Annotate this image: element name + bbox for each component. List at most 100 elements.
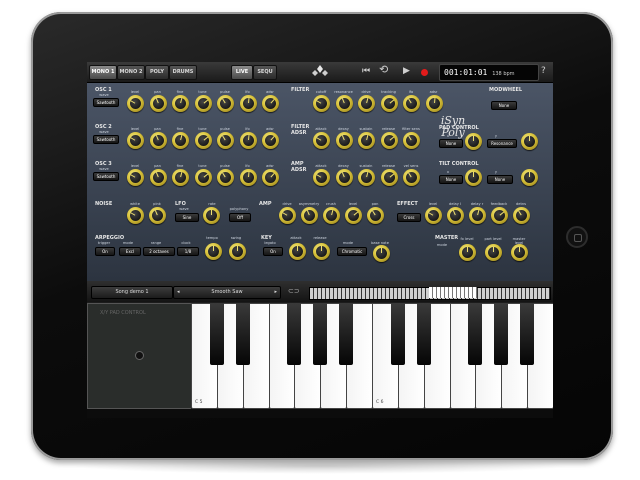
filter-adsr-knob-4[interactable]: [403, 132, 420, 149]
osc3-wave-select[interactable]: Sawtooth: [93, 172, 119, 181]
tab-poly[interactable]: POLY: [145, 65, 169, 80]
master-knob-0[interactable]: [459, 244, 476, 261]
osc1-knob-0[interactable]: [127, 95, 144, 112]
arp-trigger-select[interactable]: On: [95, 247, 115, 256]
osc1-knob-4[interactable]: [217, 95, 234, 112]
song-selector[interactable]: Song demo 1: [91, 286, 173, 299]
amp-knob-1[interactable]: [301, 207, 318, 224]
amp-adsr-knob-2[interactable]: [358, 169, 375, 186]
osc2-knob-0[interactable]: [127, 132, 144, 149]
osc1-knob-1[interactable]: [149, 95, 167, 112]
black-key[interactable]: [494, 303, 509, 365]
noise-knob-0[interactable]: [127, 207, 144, 224]
key-basenote-knob[interactable]: [373, 245, 390, 262]
master-knob-1[interactable]: [485, 244, 502, 261]
mini-keyboard-range[interactable]: [429, 287, 477, 298]
tilt-y-select[interactable]: None: [487, 175, 513, 184]
prev-patch-icon[interactable]: ◂: [177, 287, 180, 298]
osc1-knob-5[interactable]: [239, 95, 257, 112]
key-release-knob[interactable]: [313, 243, 330, 260]
tilt-x-select[interactable]: None: [439, 175, 463, 184]
tilt-x-knob[interactable]: [465, 169, 482, 186]
help-button[interactable]: ?: [541, 66, 546, 76]
modwheel-select[interactable]: None: [491, 101, 517, 110]
filter-adsr-knob-1[interactable]: [335, 132, 353, 149]
effect-select[interactable]: Cross: [397, 213, 421, 222]
effect-knob-3[interactable]: [491, 207, 508, 224]
pad-y-knob[interactable]: [521, 133, 538, 150]
osc3-knob-0[interactable]: [127, 169, 144, 186]
effect-knob-0[interactable]: [425, 207, 442, 224]
patch-selector[interactable]: ◂ Smooth Saw ▸: [173, 286, 281, 299]
filter-adsr-knob-3[interactable]: [380, 132, 398, 149]
rewind-icon[interactable]: ⏮: [362, 66, 370, 77]
osc2-knob-4[interactable]: [217, 132, 234, 149]
arp-mode-select[interactable]: Excl: [119, 247, 141, 256]
black-key[interactable]: [313, 303, 328, 365]
osc2-knob-6[interactable]: [262, 132, 279, 149]
effect-knob-4[interactable]: [513, 207, 530, 224]
amp-adsr-knob-4[interactable]: [403, 169, 420, 186]
loop-icon[interactable]: ⟲: [379, 64, 388, 75]
osc2-knob-5[interactable]: [239, 132, 257, 149]
key-attack-knob[interactable]: [289, 243, 306, 260]
osc1-knob-3[interactable]: [194, 95, 212, 112]
filter-knob-0[interactable]: [313, 95, 330, 112]
pad-x-select[interactable]: None: [439, 139, 463, 148]
osc2-knob-1[interactable]: [149, 132, 167, 149]
black-key[interactable]: [520, 303, 535, 365]
amp-knob-0[interactable]: [279, 207, 296, 224]
filter-knob-4[interactable]: [403, 95, 420, 112]
amp-adsr-knob-1[interactable]: [335, 169, 353, 186]
black-key[interactable]: [390, 303, 405, 365]
tab-mono-2[interactable]: MONO 2: [117, 65, 145, 80]
key-mode-select[interactable]: Chromatic: [337, 247, 367, 256]
play-icon[interactable]: ▶: [403, 66, 410, 77]
arp-swing-knob[interactable]: [229, 243, 246, 260]
arp-range-select[interactable]: 2 octaves: [143, 247, 175, 256]
tab-live[interactable]: LIVE: [231, 65, 253, 80]
black-key[interactable]: [235, 303, 250, 365]
osc3-knob-6[interactable]: [262, 169, 279, 186]
osc3-knob-1[interactable]: [149, 169, 167, 186]
black-key[interactable]: [209, 303, 224, 365]
pad-y-select[interactable]: Resonance: [487, 139, 517, 148]
osc1-wave-select[interactable]: Sawtooth: [93, 98, 119, 107]
filter-adsr-knob-2[interactable]: [358, 132, 375, 149]
filter-adsr-knob-0[interactable]: [313, 132, 330, 149]
noise-knob-1[interactable]: [149, 207, 166, 224]
next-patch-icon[interactable]: ▸: [274, 287, 277, 298]
tab-sequ[interactable]: SEQU: [253, 65, 277, 80]
amp-adsr-knob-0[interactable]: [313, 169, 330, 186]
tab-drums[interactable]: DRUMS: [169, 65, 197, 80]
osc3-knob-4[interactable]: [217, 169, 234, 186]
lfo-wave-select[interactable]: Sine: [175, 213, 199, 222]
record-icon[interactable]: [421, 69, 428, 76]
effect-knob-2[interactable]: [469, 207, 486, 224]
master-knob-2[interactable]: [511, 244, 528, 261]
osc1-knob-6[interactable]: [262, 95, 279, 112]
tab-mono-1[interactable]: MONO 1: [89, 65, 117, 80]
filter-knob-1[interactable]: [335, 95, 353, 112]
xy-pad[interactable]: X/Y PAD CONTROL: [87, 303, 193, 409]
amp-adsr-knob-3[interactable]: [380, 169, 398, 186]
osc2-knob-2[interactable]: [172, 132, 189, 149]
key-legato-select[interactable]: On: [263, 247, 283, 256]
amp-knob-3[interactable]: [345, 207, 362, 224]
filter-knob-3[interactable]: [380, 95, 398, 112]
lfo-rate-knob[interactable]: [203, 207, 220, 224]
osc2-knob-3[interactable]: [194, 132, 212, 149]
arp-tempo-knob[interactable]: [205, 243, 222, 260]
amp-knob-2[interactable]: [323, 207, 340, 224]
arp-clock-select[interactable]: 1/8: [177, 247, 199, 256]
black-key[interactable]: [468, 303, 483, 365]
filter-knob-5[interactable]: [425, 95, 443, 112]
osc3-knob-3[interactable]: [194, 169, 212, 186]
osc2-wave-select[interactable]: Sawtooth: [93, 135, 119, 144]
amp-knob-4[interactable]: [367, 207, 384, 224]
home-button[interactable]: [566, 226, 588, 248]
effect-knob-1[interactable]: [447, 207, 464, 224]
black-key[interactable]: [416, 303, 431, 365]
filter-knob-2[interactable]: [358, 95, 375, 112]
osc1-knob-2[interactable]: [172, 95, 189, 112]
